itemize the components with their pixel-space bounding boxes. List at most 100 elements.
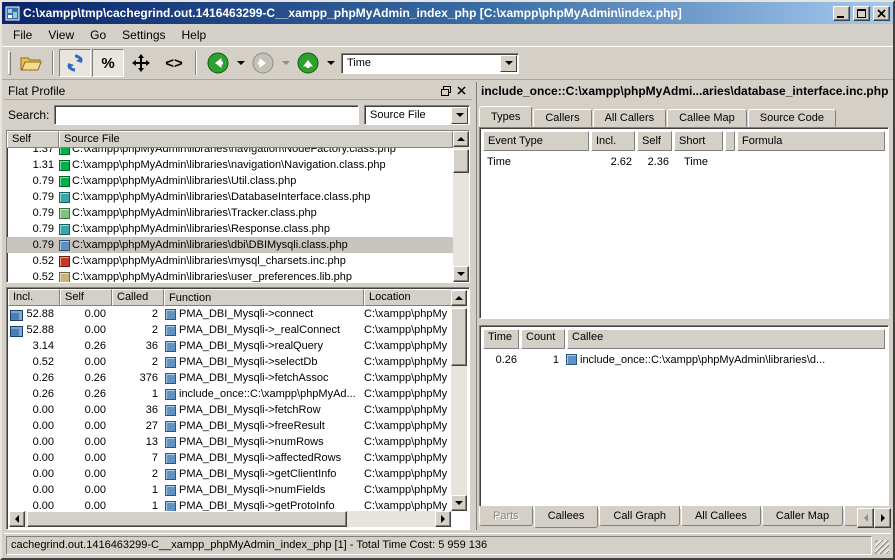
menu-item[interactable]: File — [5, 26, 40, 44]
callee-row[interactable]: 0.26 1 include_once::C:\xampp\phpMyAdmin… — [483, 351, 885, 368]
detail-tab[interactable]: Types — [479, 106, 532, 127]
bottom-tab[interactable]: Call Graph — [599, 506, 680, 526]
file-row[interactable]: 0.79 C:\xampp\phpMyAdmin\libraries\Track… — [7, 205, 453, 221]
minimize-button[interactable] — [833, 6, 850, 21]
called-value: 27 — [112, 420, 164, 432]
column-header-function[interactable]: Function — [164, 289, 364, 306]
detail-tab[interactable]: Callee Map — [667, 109, 747, 127]
menu-item[interactable]: Settings — [114, 26, 173, 44]
titlebar[interactable]: C:\xampp\tmp\cachegrind.out.1416463299-C… — [2, 2, 893, 24]
source-file-path: C:\xampp\phpMyAdmin\libraries\Tracker.cl… — [72, 207, 317, 219]
scroll-thumb[interactable] — [27, 511, 347, 527]
event-type-row[interactable]: Time 2.62 2.36 Time — [483, 153, 885, 170]
shorten-templates-button[interactable]: <> — [158, 49, 190, 77]
column-header-location[interactable]: Location — [364, 289, 452, 306]
source-file-path: C:\xampp\phpMyAdmin\libraries\navigation… — [72, 159, 386, 171]
incl-value: 0.26 — [33, 372, 54, 384]
dock-close-button[interactable] — [455, 84, 468, 97]
back-dropdown-arrow[interactable] — [235, 49, 246, 77]
function-row[interactable]: 0.00 0.00 1 PMA_DBI_Mysqli->numFields C:… — [8, 482, 452, 498]
column-header-called[interactable]: Called — [112, 289, 164, 306]
menu-item[interactable]: Go — [82, 26, 114, 44]
up-button[interactable] — [292, 49, 324, 77]
column-header-short[interactable]: Short — [674, 131, 723, 151]
detail-tab[interactable]: All Callers — [593, 109, 667, 127]
function-row[interactable]: 52.88 0.00 2 PMA_DBI_Mysqli->connect C:\… — [8, 306, 452, 322]
function-row[interactable]: 0.52 0.00 2 PMA_DBI_Mysqli->selectDb C:\… — [8, 354, 452, 370]
event-type-combobox[interactable]: Time — [341, 53, 519, 74]
function-row[interactable]: 0.26 0.26 376 PMA_DBI_Mysqli->fetchAssoc… — [8, 370, 452, 386]
incl-value: 0.00 — [33, 452, 54, 464]
function-name: PMA_DBI_Mysqli->fetchRow — [179, 404, 321, 416]
column-header-count[interactable]: Count — [521, 329, 565, 349]
function-table-hscrollbar[interactable] — [9, 511, 451, 527]
function-row[interactable]: 0.00 0.00 7 PMA_DBI_Mysqli->affectedRows… — [8, 450, 452, 466]
dock-header[interactable]: Flat Profile — [4, 82, 472, 100]
file-row[interactable]: 0.52 C:\xampp\phpMyAdmin\libraries\mysql… — [7, 253, 453, 269]
maximize-button[interactable] — [853, 6, 870, 21]
function-row[interactable]: 0.26 0.26 1 include_once::C:\xampp\phpMy… — [8, 386, 452, 402]
column-header-source-file[interactable]: Source File — [59, 131, 453, 148]
file-row[interactable]: 1.31 C:\xampp\phpMyAdmin\libraries\navig… — [7, 157, 453, 173]
function-row[interactable]: 3.14 0.26 36 PMA_DBI_Mysqli->realQuery C… — [8, 338, 452, 354]
file-row[interactable]: 0.52 C:\xampp\phpMyAdmin\libraries\user_… — [7, 269, 453, 282]
relative-percent-button[interactable]: % — [92, 49, 124, 77]
file-row[interactable]: 0.79 C:\xampp\phpMyAdmin\libraries\Util.… — [7, 173, 453, 189]
up-dropdown-arrow[interactable] — [325, 49, 336, 77]
scroll-right-button[interactable] — [435, 511, 451, 527]
scroll-thumb[interactable] — [451, 308, 467, 366]
open-file-button[interactable] — [15, 49, 47, 77]
function-row[interactable]: 0.00 0.00 36 PMA_DBI_Mysqli->fetchRow C:… — [8, 402, 452, 418]
function-table-vscrollbar[interactable] — [451, 290, 467, 511]
function-row[interactable]: 0.00 0.00 2 PMA_DBI_Mysqli->getClientInf… — [8, 466, 452, 482]
function-row[interactable]: 0.00 0.00 13 PMA_DBI_Mysqli->numRows C:\… — [8, 434, 452, 450]
combo-dropdown-button[interactable] — [500, 55, 517, 72]
detail-tab[interactable]: Source Code — [748, 109, 836, 127]
file-list-vscrollbar[interactable] — [453, 131, 469, 282]
tab-scroll-right-button[interactable] — [874, 508, 891, 528]
bottom-tab[interactable]: Caller Map — [762, 506, 843, 526]
close-button[interactable] — [873, 6, 890, 21]
back-button[interactable] — [202, 49, 234, 77]
column-header-incl[interactable]: Incl. — [591, 131, 635, 151]
function-row[interactable]: 0.00 0.00 1 PMA_DBI_Mysqli->getProtoInfo… — [8, 498, 452, 512]
column-header-self[interactable]: Self — [637, 131, 672, 151]
combo-dropdown-button[interactable] — [451, 107, 468, 124]
search-input[interactable] — [54, 105, 359, 125]
column-header-time[interactable]: Time — [483, 329, 519, 349]
scroll-thumb[interactable] — [453, 149, 469, 173]
file-row[interactable]: 0.79 C:\xampp\phpMyAdmin\libraries\dbi\D… — [7, 237, 453, 253]
menu-item[interactable]: Help — [174, 26, 215, 44]
file-row[interactable]: 0.79 C:\xampp\phpMyAdmin\libraries\Respo… — [7, 221, 453, 237]
scroll-down-button[interactable] — [451, 495, 467, 511]
column-header-incl[interactable]: Incl. — [8, 289, 60, 306]
toolbar-handle[interactable] — [8, 51, 11, 75]
location-value: C:\xampp\phpMy — [364, 452, 452, 464]
scroll-up-button[interactable] — [453, 131, 469, 147]
expand-areas-button[interactable] — [125, 49, 157, 77]
resize-grip[interactable] — [875, 540, 889, 554]
dock-float-button[interactable] — [439, 84, 452, 97]
column-header-self[interactable]: Self — [60, 289, 112, 306]
function-row[interactable]: 52.88 0.00 2 PMA_DBI_Mysqli->_realConnec… — [8, 322, 452, 338]
column-header-formula[interactable]: Formula — [737, 131, 885, 151]
scroll-left-button[interactable] — [9, 511, 25, 527]
toolbar-separator — [195, 51, 197, 75]
function-icon — [165, 341, 176, 352]
menu-item[interactable]: View — [40, 26, 82, 44]
column-header-self[interactable]: Self — [7, 131, 59, 148]
column-header-callee[interactable]: Callee — [567, 329, 885, 349]
detail-tab[interactable]: Callers — [533, 109, 591, 127]
scroll-up-button[interactable] — [451, 290, 467, 306]
column-header-event-type[interactable]: Event Type — [483, 131, 589, 151]
scroll-down-button[interactable] — [453, 266, 469, 282]
grouping-combobox[interactable]: Source File — [364, 105, 470, 125]
function-icon — [165, 357, 176, 368]
file-row[interactable]: 0.79 C:\xampp\phpMyAdmin\libraries\Datab… — [7, 189, 453, 205]
file-row[interactable]: 1.37 C:\xampp\phpMyAdmin\libraries\navig… — [7, 148, 453, 157]
cycle-detection-button[interactable] — [59, 49, 91, 77]
bottom-tab[interactable]: All Callees — [681, 506, 761, 526]
bottom-tab[interactable]: Callees — [534, 506, 599, 528]
function-row[interactable]: 0.00 0.00 27 PMA_DBI_Mysqli->freeResult … — [8, 418, 452, 434]
function-icon — [165, 309, 176, 320]
